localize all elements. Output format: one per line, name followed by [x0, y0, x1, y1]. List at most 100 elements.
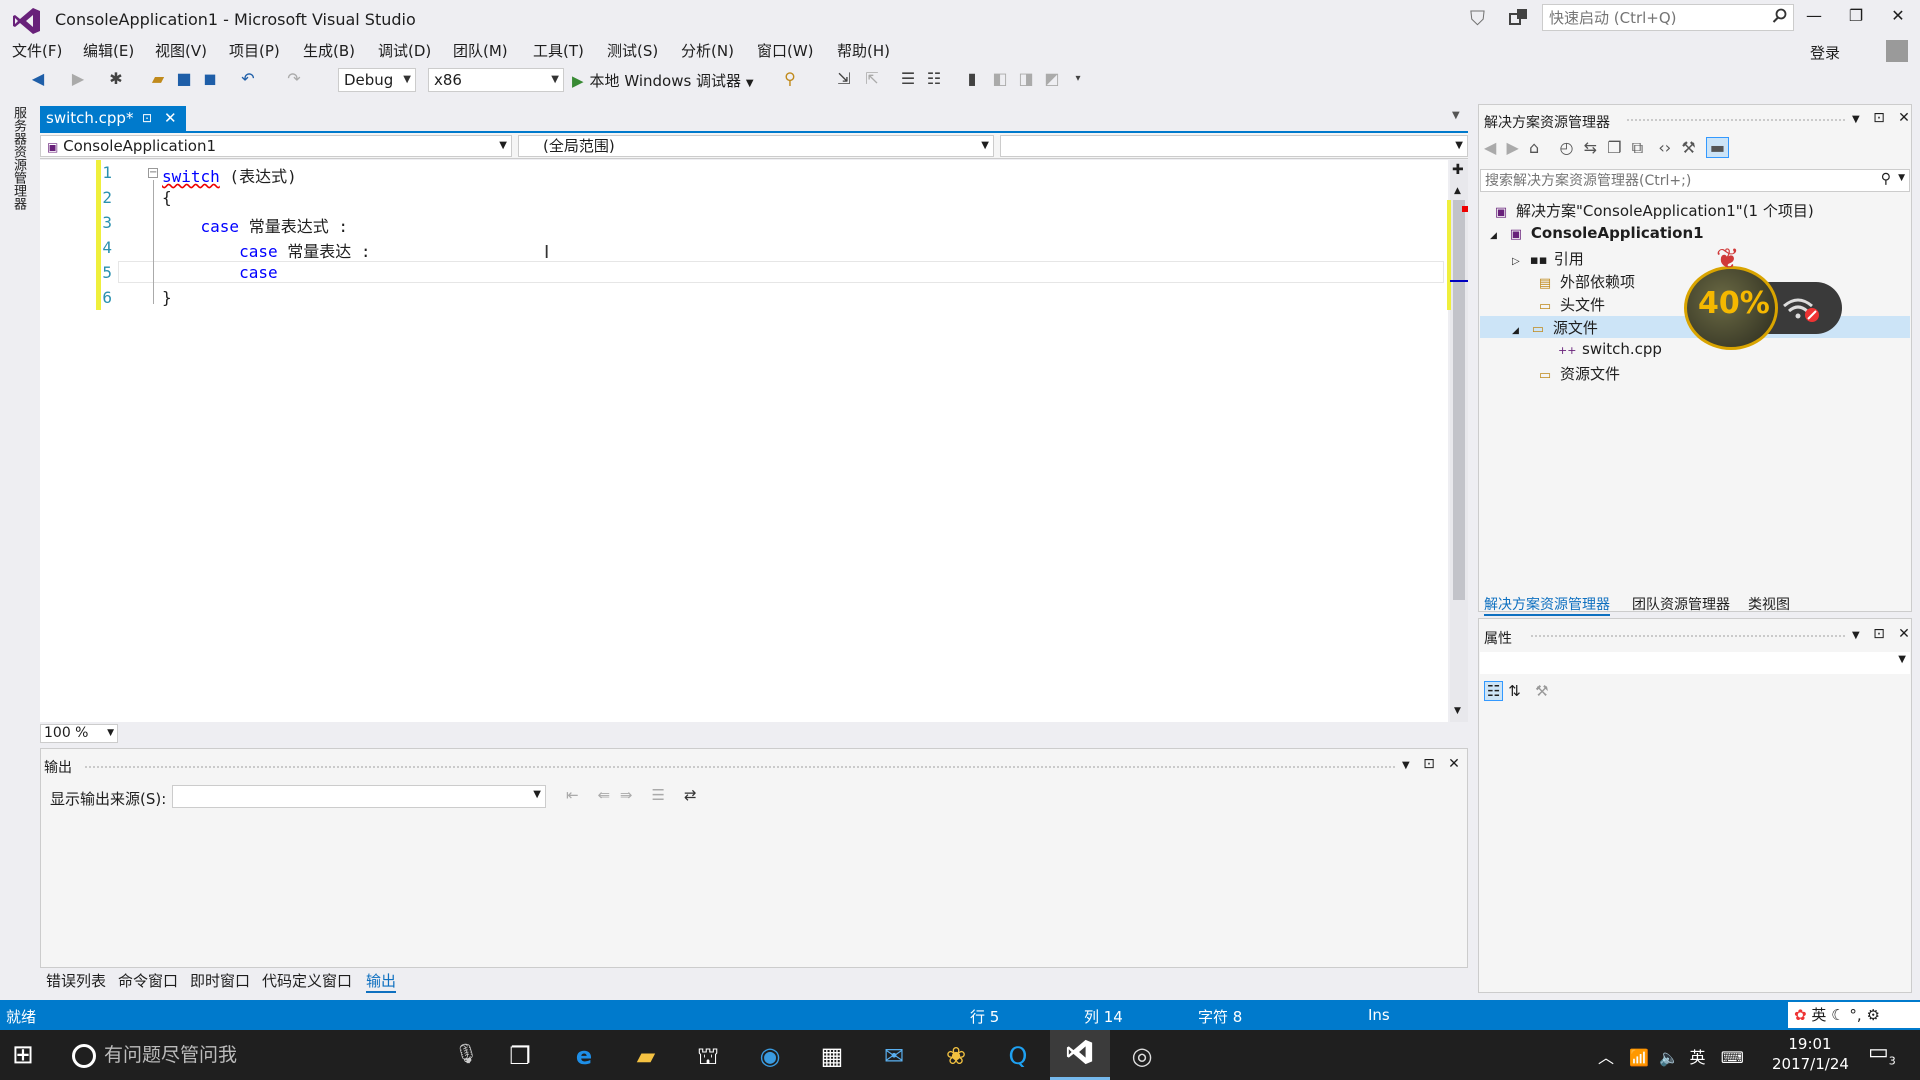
forward-icon[interactable]: ▶	[68, 69, 88, 89]
menu-view[interactable]: 视图(V)	[155, 40, 207, 61]
tab-code-definition[interactable]: 代码定义窗口	[262, 970, 352, 991]
clear-all-icon[interactable]: ☰	[651, 786, 664, 804]
prev-message-icon[interactable]: ⇚	[598, 786, 611, 804]
windows-start-icon[interactable]: ⊞	[12, 1040, 34, 1070]
back-icon[interactable]: ◀	[28, 69, 48, 89]
tab-immediate-window[interactable]: 即时窗口	[190, 970, 250, 991]
next-bookmark-icon[interactable]: ◨	[1016, 69, 1036, 89]
menu-analyze[interactable]: 分析(N)	[681, 40, 734, 61]
collapsed-arrow-icon[interactable]: ▷	[1512, 256, 1520, 267]
cortana-search[interactable]: 有问题尽管问我	[72, 1040, 237, 1068]
menu-project[interactable]: 项目(P)	[229, 40, 280, 61]
comment-icon[interactable]: ☰	[898, 69, 918, 89]
properties-icon[interactable]: ⚒	[1681, 138, 1695, 157]
tab-output[interactable]: 输出	[366, 970, 397, 993]
pin-icon[interactable]: ⊡	[1873, 626, 1885, 642]
account-icon[interactable]	[1886, 40, 1908, 62]
step-into-icon[interactable]: ⇲	[834, 69, 854, 89]
menu-help[interactable]: 帮助(H)	[837, 40, 890, 61]
file-explorer-icon[interactable]: ▰	[626, 1038, 666, 1074]
view-code-icon[interactable]: ‹›	[1658, 138, 1671, 157]
word-wrap-icon[interactable]: ⇄	[684, 786, 697, 804]
ime-language[interactable]: 英	[1811, 1006, 1826, 1024]
save-icon[interactable]: ■	[174, 69, 194, 89]
mail-app-icon[interactable]: ✉	[874, 1038, 914, 1074]
code-line[interactable]: }	[162, 288, 172, 307]
menu-tools[interactable]: 工具(T)	[533, 40, 584, 61]
pin-icon[interactable]: ⊡	[142, 106, 152, 130]
panel-grip[interactable]	[1626, 118, 1846, 122]
search-icon[interactable]	[1772, 8, 1788, 24]
notifications-icon[interactable]	[1508, 6, 1530, 28]
platform-select[interactable]: x86 ▼	[428, 68, 564, 92]
menu-team[interactable]: 团队(M)	[453, 40, 508, 61]
restore-button[interactable]: ❐	[1838, 6, 1874, 30]
close-panel-icon[interactable]: ✕	[1448, 756, 1460, 772]
menu-edit[interactable]: 编辑(E)	[83, 40, 134, 61]
edge-browser-icon[interactable]: e	[564, 1038, 604, 1074]
forward-icon[interactable]: ▶	[1506, 138, 1518, 157]
pin-icon[interactable]: ⊡	[1873, 110, 1885, 126]
close-tab-icon[interactable]: ✕	[164, 106, 177, 130]
tab-overflow-icon[interactable]: ▼	[1452, 110, 1460, 121]
panel-grip[interactable]	[1530, 634, 1846, 638]
ime-moon-icon[interactable]: ☾	[1831, 1006, 1844, 1024]
search-icon[interactable]: ⚲	[1881, 171, 1891, 187]
scrollbar-thumb[interactable]	[1453, 200, 1465, 600]
output-text-area[interactable]	[41, 812, 1467, 967]
tree-item-header-files[interactable]: ▭ 头文件	[1536, 294, 1605, 315]
step-out-icon[interactable]: ⇱	[862, 69, 882, 89]
history-icon[interactable]: ◴	[1559, 138, 1573, 157]
alphabetical-icon[interactable]: ⇅	[1508, 682, 1521, 700]
find-in-files-icon[interactable]: ⚲	[780, 69, 800, 89]
paint-icon[interactable]: ❀	[936, 1038, 976, 1074]
signin-link[interactable]: 登录	[1810, 42, 1840, 63]
collapse-all-icon[interactable]: ❐	[1607, 138, 1621, 157]
menu-debug[interactable]: 调试(D)	[378, 40, 431, 61]
tree-item-resource-files[interactable]: ▭ 资源文件	[1536, 363, 1620, 384]
find-message-icon[interactable]: ⇤	[566, 786, 579, 804]
menu-file[interactable]: 文件(F)	[12, 40, 62, 61]
obs-icon[interactable]: ◎	[1122, 1038, 1162, 1074]
new-project-icon[interactable]: ✱	[106, 69, 126, 89]
zoom-select[interactable]: 100 % ▼	[40, 724, 118, 743]
expanded-arrow-icon[interactable]: ◢	[1512, 326, 1519, 336]
project-select[interactable]: ▣ ConsoleApplication1 ▼	[40, 135, 512, 157]
split-editor-icon[interactable]: ✚	[1452, 162, 1464, 178]
chevron-down-icon[interactable]: ▼	[1898, 173, 1905, 183]
panel-grip[interactable]	[84, 765, 1396, 769]
task-view-icon[interactable]: ❐	[500, 1038, 540, 1074]
ime-mode-icon[interactable]: ⌨	[1721, 1048, 1744, 1067]
preview-icon[interactable]: ▬	[1705, 137, 1730, 158]
code-line[interactable]: switch (表达式)	[162, 163, 297, 187]
categorized-icon[interactable]: ☷	[1484, 681, 1504, 701]
quick-launch-box[interactable]	[1542, 4, 1794, 31]
feedback-filter-icon[interactable]: ⛉	[1470, 6, 1485, 30]
tab-solution-explorer[interactable]: 解决方案资源管理器	[1484, 594, 1610, 616]
scroll-up-icon[interactable]: ▲	[1454, 186, 1461, 196]
undo-icon[interactable]: ↶	[238, 69, 258, 89]
browser-icon[interactable]: ◉	[750, 1038, 790, 1074]
pin-icon[interactable]: ⊡	[1423, 756, 1435, 772]
calculator-icon[interactable]: ▦	[812, 1038, 852, 1074]
redo-icon[interactable]: ↷	[284, 69, 304, 89]
menu-window[interactable]: 窗口(W)	[757, 40, 814, 61]
code-editor[interactable]: 1 2 3 4 5 6 switch (表达式) { case 常量表达式 : …	[40, 160, 1448, 722]
tab-team-explorer[interactable]: 团队资源管理器	[1632, 594, 1730, 614]
bookmark-icon[interactable]: ▮	[962, 69, 982, 89]
menu-test[interactable]: 测试(S)	[607, 40, 658, 61]
microphone-icon[interactable]: 🎙	[454, 1042, 478, 1065]
code-line[interactable]: {	[162, 188, 172, 207]
solution-search-input[interactable]	[1481, 170, 1871, 191]
back-icon[interactable]: ◀	[1484, 138, 1496, 157]
ime-toolbar[interactable]: ✿ 英 ☾ °, ⚙	[1788, 1002, 1920, 1028]
network-icon[interactable]: 📶	[1629, 1048, 1649, 1067]
scope-select[interactable]: (全局范围) ▼	[518, 135, 994, 157]
output-source-select[interactable]: ▼	[172, 785, 546, 808]
visual-studio-task-icon[interactable]	[1060, 1038, 1100, 1074]
member-select[interactable]: ▼	[1000, 135, 1468, 157]
clock[interactable]: 19:01 2017/1/24	[1772, 1034, 1849, 1074]
tray-language[interactable]: 英	[1689, 1048, 1705, 1067]
action-center-icon[interactable]: ▭3	[1868, 1040, 1896, 1067]
close-panel-icon[interactable]: ✕	[1898, 626, 1910, 642]
